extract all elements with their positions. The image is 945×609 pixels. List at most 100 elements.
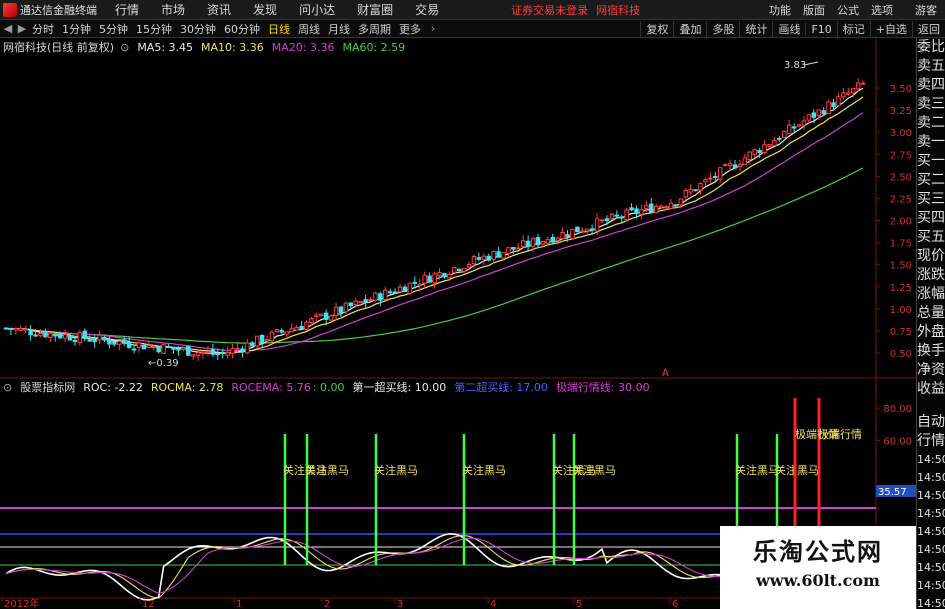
price-tick-label: 1.25: [890, 283, 912, 294]
candle-body: [171, 346, 176, 350]
quote-field-label: 自动: [917, 414, 945, 430]
quote-field-label: 买一: [917, 153, 945, 169]
quote-field-label: 委比: [917, 39, 945, 55]
candle-body: [678, 198, 684, 206]
candle-body: [722, 164, 728, 167]
candle-body: [831, 102, 836, 108]
candle-body: [486, 255, 491, 261]
candle-body: [742, 157, 748, 165]
candle-body: [619, 216, 624, 219]
candle-body: [304, 321, 309, 331]
candle-body: [392, 291, 398, 294]
candle-body: [649, 203, 654, 213]
tick-time: 14:50: [917, 543, 945, 556]
tick-time: 14:50: [917, 507, 945, 520]
price-tick-label: 2.25: [890, 194, 912, 205]
candle-body: [166, 346, 171, 349]
quote-field-label: 买三: [917, 191, 945, 207]
current-value-text: 35.57: [878, 487, 907, 498]
signal-label: 关注黑马: [462, 463, 506, 477]
candle-body: [816, 109, 821, 116]
candle-body: [240, 348, 245, 352]
candle-body: [673, 204, 679, 207]
ma60-line: [5, 167, 864, 344]
candle-body: [309, 317, 314, 323]
candle-body: [846, 92, 851, 95]
candle-body: [314, 314, 319, 318]
ma20-line: [5, 112, 864, 352]
candle-body: [107, 339, 112, 345]
candle-body: [378, 293, 383, 301]
candle-body: [786, 124, 792, 134]
candle-body: [328, 315, 334, 321]
price-tick-label: 2.50: [890, 172, 912, 183]
time-label: 1: [236, 599, 242, 609]
quote-field-label: 卖四: [917, 77, 945, 93]
candle-body: [575, 226, 580, 233]
candle-body: [688, 189, 693, 193]
candle-body: [87, 339, 92, 342]
price-tick-label: 0.50: [890, 349, 912, 360]
candle-body: [698, 183, 703, 191]
candle-body: [560, 231, 565, 240]
price-tick-label: 3.25: [890, 106, 912, 117]
candle-body: [62, 333, 68, 339]
tick-time: 14:50: [917, 525, 945, 538]
candle-body: [570, 228, 575, 239]
candle-body: [412, 281, 418, 284]
candle-body: [195, 352, 201, 356]
candle-body: [53, 333, 58, 337]
candle-body: [658, 205, 664, 208]
candle-body: [77, 332, 83, 343]
quote-field-label: 行情: [917, 433, 945, 449]
candle-body: [121, 339, 127, 344]
candle-body: [28, 330, 33, 336]
price-tick-label: 2.75: [890, 150, 912, 161]
candle-body: [850, 87, 856, 94]
candle-body: [136, 342, 142, 349]
candle-body: [629, 207, 634, 211]
candle-body: [348, 302, 354, 307]
candle-body: [102, 336, 107, 341]
candle-body: [82, 330, 88, 340]
quote-panel: 委比 卖五 卖四 卖三 卖二 卖一 买一 买二 买三 买四 买五 现价 涨跌 涨幅 总量 外盘 换手 净资 收益 自动…: [916, 38, 945, 609]
candle-body: [333, 306, 339, 316]
quote-field-label: 外盘: [917, 324, 945, 340]
candle-body: [801, 120, 807, 126]
candle-body: [284, 331, 289, 335]
candle-body: [520, 240, 526, 248]
candle-body: [589, 228, 595, 231]
candle-body: [767, 144, 772, 147]
candle-body: [540, 240, 546, 245]
candle-body: [151, 346, 156, 349]
candle-body: [269, 331, 275, 342]
menu-guest[interactable]: 游客: [915, 2, 937, 18]
time-label: 4: [490, 599, 496, 609]
candle-body: [796, 124, 802, 127]
chart-canvas[interactable]: 3.50 3.25 3.00 2.75 2.50 2.25 2.00 1.75 1.50 1.25…: [0, 0, 916, 609]
candle-body: [580, 230, 585, 233]
btn-back[interactable]: 返回: [912, 21, 945, 37]
candle-body: [452, 267, 457, 274]
candle-body: [373, 292, 378, 301]
candle-body: [442, 273, 447, 278]
quote-field-label: 卖一: [917, 134, 945, 150]
candle-body: [146, 345, 152, 348]
candle-body: [250, 342, 255, 347]
tick-time: 14:50: [917, 489, 945, 502]
time-label: 2012年: [4, 597, 39, 609]
tick-time: 14:50: [917, 471, 945, 484]
quote-field-label: 买二: [917, 172, 945, 188]
candle-body: [456, 268, 462, 272]
quote-field-label: 卖五: [917, 58, 945, 74]
candle-body: [259, 334, 265, 344]
candle-body: [737, 164, 743, 167]
candle-body: [821, 110, 826, 115]
candle-body: [727, 163, 733, 167]
candle-body: [447, 273, 452, 279]
candle-body: [604, 218, 610, 222]
candle-body: [299, 325, 304, 330]
candle-body: [33, 334, 38, 337]
candle-body: [860, 82, 866, 85]
candle-body: [525, 240, 531, 247]
